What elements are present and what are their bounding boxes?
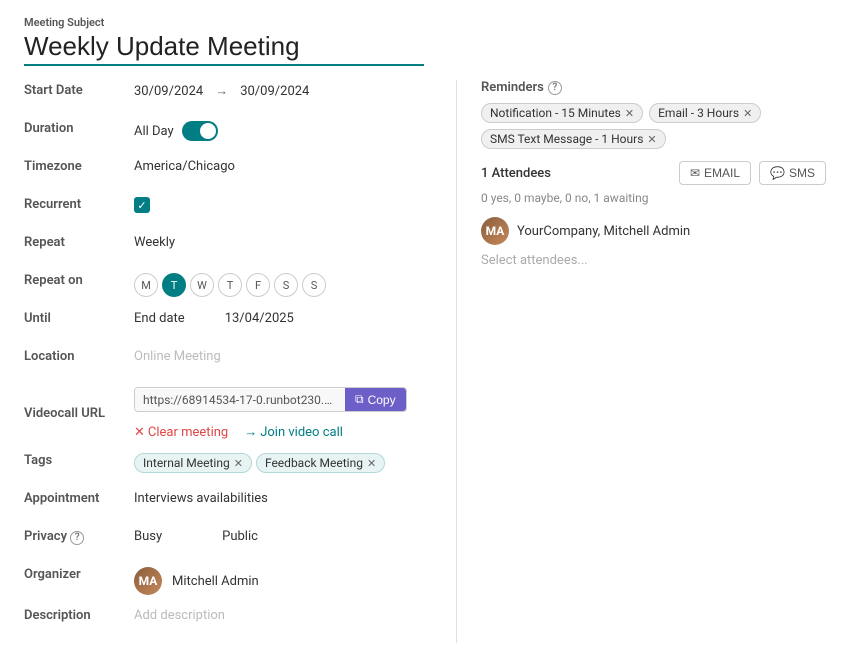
tag-internal-meeting[interactable]: Internal Meeting ✕ [134,453,252,473]
privacy-visibility[interactable]: Public [222,529,258,544]
day-sun[interactable]: S [302,273,326,297]
duration-value: All Day [134,124,174,139]
tags-label: Tags [24,450,134,468]
privacy-value[interactable]: Busy [134,529,162,544]
reminders-list: Notification - 15 Minutes ✕ Email - 3 Ho… [481,103,826,149]
description-label: Description [24,605,134,623]
join-video-link[interactable]: → Join video call [244,424,343,440]
attendees-count: 1 Attendees [481,166,551,181]
attendee-row: MA YourCompany, Mitchell Admin [481,213,826,249]
join-arrow-icon: → [244,424,257,440]
join-video-label: Join video call [260,425,343,440]
sms-btn-label: SMS [789,166,815,180]
attendee-name: YourCompany, Mitchell Admin [517,224,690,239]
organizer-avatar: MA [134,567,162,595]
day-wed[interactable]: W [190,273,214,297]
tag2-remove-icon[interactable]: ✕ [367,457,376,470]
day-fri[interactable]: F [246,273,270,297]
copy-button[interactable]: ⧉ Copy [345,388,406,411]
attendees-status: 0 yes, 0 maybe, 0 no, 1 awaiting [481,191,826,205]
meeting-title-input[interactable] [24,31,424,66]
reminder-email-label: Email - 3 Hours [658,106,739,120]
videocall-actions: ✕ Clear meeting → Join video call [134,424,343,440]
reminders-label: Reminders [481,80,544,95]
end-date-value[interactable]: 30/09/2024 [240,84,309,99]
appointment-label: Appointment [24,488,134,506]
reminder-email-remove[interactable]: ✕ [743,107,752,120]
privacy-help-icon[interactable]: ? [70,531,84,545]
email-button[interactable]: ✉ EMAIL [679,161,751,185]
until-label: Until [24,308,134,326]
meeting-subject-label: Meeting Subject [24,16,826,29]
location-label: Location [24,346,134,364]
timezone-label: Timezone [24,156,134,174]
reminders-section-label: Reminders ? [481,80,826,95]
tag1-label: Internal Meeting [143,456,230,470]
day-mon[interactable]: M [134,273,158,297]
attendees-header: 1 Attendees ✉ EMAIL 💬 SMS [481,161,826,185]
privacy-label: Privacy ? [24,526,134,545]
until-type[interactable]: End date [134,311,185,326]
clear-meeting-link[interactable]: ✕ Clear meeting [134,425,228,440]
days-row: M T W T F S S [134,273,326,297]
copy-label: Copy [368,393,396,407]
organizer-name[interactable]: Mitchell Admin [172,574,259,589]
sms-icon: 💬 [770,166,785,180]
videocall-label: Videocall URL [24,403,134,421]
reminder-sms-label: SMS Text Message - 1 Hours [490,132,643,146]
attendee-avatar: MA [481,217,509,245]
timezone-value[interactable]: America/Chicago [134,159,235,174]
reminder-notification-remove[interactable]: ✕ [625,107,634,120]
select-attendees-input[interactable]: Select attendees... [481,249,826,272]
copy-icon: ⧉ [355,392,364,407]
start-date-value[interactable]: 30/09/2024 [134,84,203,99]
email-btn-label: EMAIL [704,166,740,180]
appointment-value[interactable]: Interviews availabilities [134,491,268,506]
videocall-url-text: https://68914534-17-0.runbot230.odoo.com… [135,389,345,411]
organizer-label: Organizer [24,564,134,582]
start-date-label: Start Date [24,80,134,98]
reminder-sms-remove[interactable]: ✕ [647,133,656,146]
location-input[interactable]: Online Meeting [134,349,221,364]
until-date[interactable]: 13/04/2025 [225,311,294,326]
recurrent-label: Recurrent [24,194,134,212]
day-tue[interactable]: T [162,273,186,297]
day-thu[interactable]: T [218,273,242,297]
day-sat[interactable]: S [274,273,298,297]
recurrent-checkbox[interactable] [134,197,150,213]
reminder-email[interactable]: Email - 3 Hours ✕ [649,103,761,123]
email-icon: ✉ [690,166,700,180]
attendees-actions: ✉ EMAIL 💬 SMS [679,161,826,185]
tag-feedback-meeting[interactable]: Feedback Meeting ✕ [256,453,385,473]
tag1-remove-icon[interactable]: ✕ [234,457,243,470]
duration-label: Duration [24,118,134,136]
all-day-toggle[interactable] [182,121,218,141]
sms-button[interactable]: 💬 SMS [759,161,826,185]
repeat-on-label: Repeat on [24,270,134,288]
clear-meeting-label: Clear meeting [148,425,228,440]
repeat-label: Repeat [24,232,134,250]
reminder-notification-label: Notification - 15 Minutes [490,106,621,120]
videocall-url-field: https://68914534-17-0.runbot230.odoo.com… [134,387,407,412]
clear-icon: ✕ [134,425,145,440]
tag2-label: Feedback Meeting [265,456,363,470]
description-input[interactable]: Add description [134,608,225,623]
reminder-notification[interactable]: Notification - 15 Minutes ✕ [481,103,643,123]
reminders-help-icon[interactable]: ? [548,81,562,95]
repeat-value[interactable]: Weekly [134,235,175,250]
date-arrow: → [215,83,228,99]
reminder-sms[interactable]: SMS Text Message - 1 Hours ✕ [481,129,666,149]
